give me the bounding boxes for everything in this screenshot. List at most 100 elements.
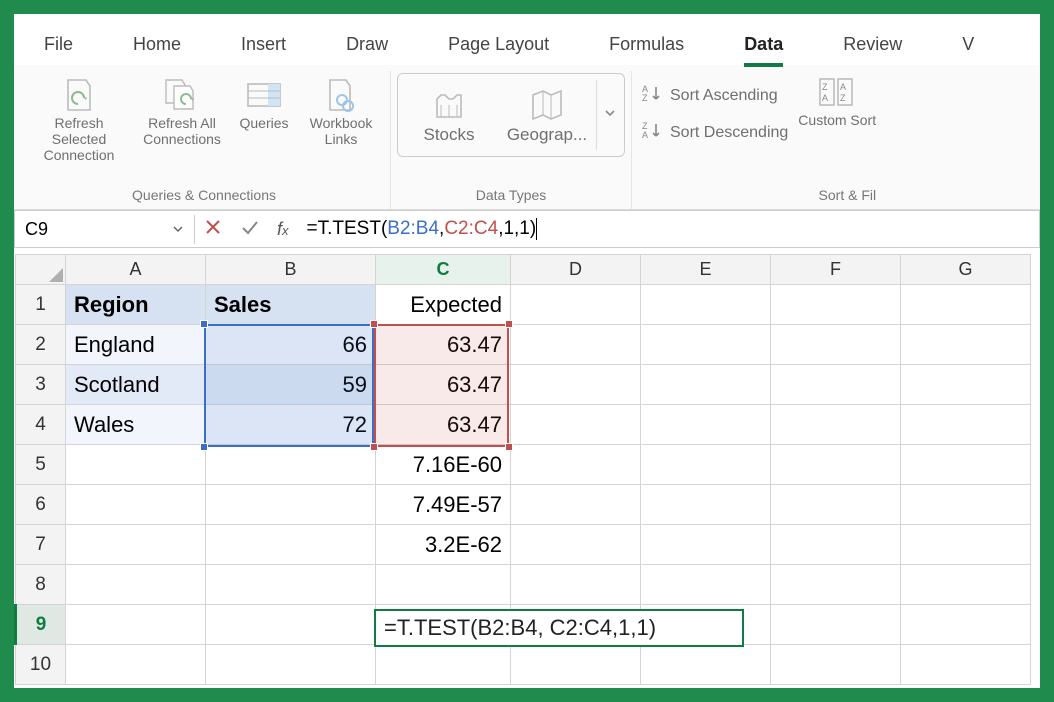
tab-data[interactable]: Data xyxy=(714,24,813,65)
cell-G10[interactable] xyxy=(901,645,1031,685)
cell-C8[interactable] xyxy=(376,565,511,605)
enter-button[interactable] xyxy=(239,217,261,242)
row-header-3[interactable]: 3 xyxy=(16,365,66,405)
cell-A9[interactable] xyxy=(66,605,206,645)
geography-button[interactable]: Geograp... xyxy=(498,81,596,149)
col-header-B[interactable]: B xyxy=(206,255,376,285)
row-header-2[interactable]: 2 xyxy=(16,325,66,365)
cell-B3[interactable]: 59 xyxy=(206,365,376,405)
range-handle[interactable] xyxy=(505,320,513,328)
fx-icon[interactable]: fx xyxy=(277,219,289,240)
row-header-8[interactable]: 8 xyxy=(16,565,66,605)
cell-D7[interactable] xyxy=(511,525,641,565)
col-header-G[interactable]: G xyxy=(901,255,1031,285)
cell-E2[interactable] xyxy=(641,325,771,365)
row-header-1[interactable]: 1 xyxy=(16,285,66,325)
cell-E4[interactable] xyxy=(641,405,771,445)
cell-F7[interactable] xyxy=(771,525,901,565)
cell-E5[interactable] xyxy=(641,445,771,485)
cell-D4[interactable] xyxy=(511,405,641,445)
cell-D6[interactable] xyxy=(511,485,641,525)
cell-G8[interactable] xyxy=(901,565,1031,605)
cell-B8[interactable] xyxy=(206,565,376,605)
col-header-F[interactable]: F xyxy=(771,255,901,285)
range-handle[interactable] xyxy=(370,320,378,328)
cell-G4[interactable] xyxy=(901,405,1031,445)
cell-G5[interactable] xyxy=(901,445,1031,485)
cell-G1[interactable] xyxy=(901,285,1031,325)
row-header-9[interactable]: 9 xyxy=(16,605,66,645)
cell-E6[interactable] xyxy=(641,485,771,525)
cell-A10[interactable] xyxy=(66,645,206,685)
col-header-D[interactable]: D xyxy=(511,255,641,285)
cell-C6[interactable]: 7.49E-57 xyxy=(376,485,511,525)
cell-G9[interactable] xyxy=(901,605,1031,645)
tab-review[interactable]: Review xyxy=(813,24,932,65)
cell-F2[interactable] xyxy=(771,325,901,365)
datatypes-dropdown[interactable] xyxy=(596,80,622,150)
sort-descending-button[interactable]: ZA Sort Descending xyxy=(642,114,788,151)
stocks-button[interactable]: Stocks xyxy=(400,81,498,149)
cell-F6[interactable] xyxy=(771,485,901,525)
cell-F8[interactable] xyxy=(771,565,901,605)
formula-input[interactable]: =T.TEST(B2:B4, C2:C4,1,1) xyxy=(297,214,1039,244)
cell-B5[interactable] xyxy=(206,445,376,485)
cell-E8[interactable] xyxy=(641,565,771,605)
cell-G7[interactable] xyxy=(901,525,1031,565)
tab-view-partial[interactable]: V xyxy=(932,24,1004,65)
row-header-4[interactable]: 4 xyxy=(16,405,66,445)
sort-ascending-button[interactable]: AZ Sort Ascending xyxy=(642,77,788,114)
cell-A3[interactable]: Scotland xyxy=(66,365,206,405)
queries-button[interactable]: Queries xyxy=(230,71,298,135)
cell-F5[interactable] xyxy=(771,445,901,485)
cell-D2[interactable] xyxy=(511,325,641,365)
range-handle[interactable] xyxy=(505,443,513,451)
cell-D8[interactable] xyxy=(511,565,641,605)
cell-C2[interactable]: 63.47 xyxy=(376,325,511,365)
cell-B2[interactable]: 66 xyxy=(206,325,376,365)
cell-B10[interactable] xyxy=(206,645,376,685)
cell-A5[interactable] xyxy=(66,445,206,485)
cell-C5[interactable]: 7.16E-60 xyxy=(376,445,511,485)
cancel-button[interactable] xyxy=(203,217,223,242)
cell-G3[interactable] xyxy=(901,365,1031,405)
refresh-selected-button[interactable]: Refresh Selected Connection xyxy=(24,71,134,167)
row-header-5[interactable]: 5 xyxy=(16,445,66,485)
cell-E7[interactable] xyxy=(641,525,771,565)
formula-editing-cell[interactable]: =T.TEST(B2:B4, C2:C4,1,1) xyxy=(374,609,744,647)
tab-formulas[interactable]: Formulas xyxy=(579,24,714,65)
cell-A4[interactable]: Wales xyxy=(66,405,206,445)
workbook-links-button[interactable]: Workbook Links xyxy=(298,71,384,151)
cell-D5[interactable] xyxy=(511,445,641,485)
cell-C7[interactable]: 3.2E-62 xyxy=(376,525,511,565)
cell-E10[interactable] xyxy=(641,645,771,685)
range-handle[interactable] xyxy=(200,443,208,451)
cell-E1[interactable] xyxy=(641,285,771,325)
tab-page-layout[interactable]: Page Layout xyxy=(418,24,579,65)
tab-home[interactable]: Home xyxy=(103,24,211,65)
row-header-10[interactable]: 10 xyxy=(16,645,66,685)
cell-B7[interactable] xyxy=(206,525,376,565)
custom-sort-button[interactable]: ZAAZ Custom Sort xyxy=(798,71,876,132)
name-box[interactable]: C9 xyxy=(15,215,195,244)
cell-F4[interactable] xyxy=(771,405,901,445)
cell-F1[interactable] xyxy=(771,285,901,325)
cell-A1[interactable]: Region xyxy=(66,285,206,325)
cell-C10[interactable] xyxy=(376,645,511,685)
cell-F10[interactable] xyxy=(771,645,901,685)
cell-F3[interactable] xyxy=(771,365,901,405)
cell-A2[interactable]: England xyxy=(66,325,206,365)
tab-draw[interactable]: Draw xyxy=(316,24,418,65)
row-header-7[interactable]: 7 xyxy=(16,525,66,565)
refresh-all-button[interactable]: Refresh All Connections xyxy=(134,71,230,151)
cell-E3[interactable] xyxy=(641,365,771,405)
tab-insert[interactable]: Insert xyxy=(211,24,316,65)
cell-G2[interactable] xyxy=(901,325,1031,365)
cell-B1[interactable]: Sales xyxy=(206,285,376,325)
row-header-6[interactable]: 6 xyxy=(16,485,66,525)
select-all-corner[interactable] xyxy=(16,255,66,285)
cell-B4[interactable]: 72 xyxy=(206,405,376,445)
cell-A7[interactable] xyxy=(66,525,206,565)
range-handle[interactable] xyxy=(370,443,378,451)
cell-D1[interactable] xyxy=(511,285,641,325)
